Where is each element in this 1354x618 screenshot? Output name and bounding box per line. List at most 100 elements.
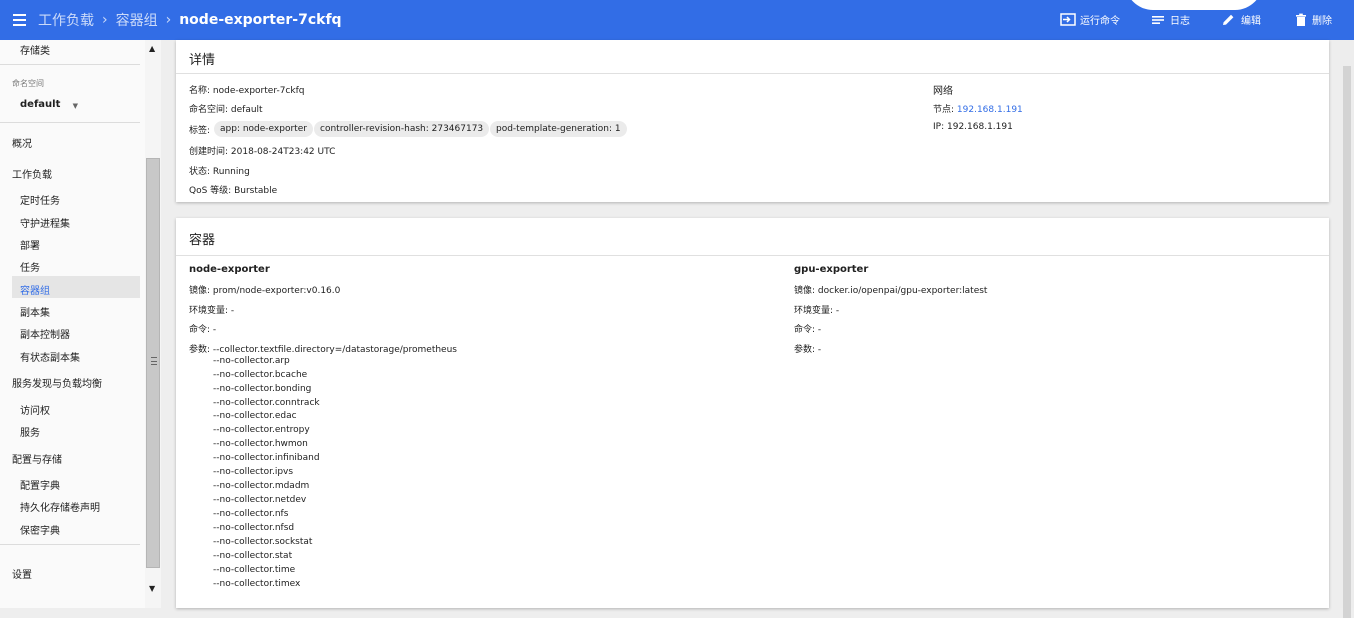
env-value: - xyxy=(835,306,840,316)
scroll-down-arrow-icon[interactable]: ▼ xyxy=(149,584,155,593)
arg-line: --collector.textfile.directory=/datastor… xyxy=(212,345,457,355)
name-label: 名称: xyxy=(189,86,211,96)
sidebar-item-workloads[interactable]: 工作负载 xyxy=(12,166,52,181)
sidebar-item-pvcs[interactable]: 持久化存储卷声明 xyxy=(20,499,100,514)
sidebar-item-configmaps[interactable]: 配置字典 xyxy=(20,477,60,492)
qos-row: QoS 等级: Burstable xyxy=(189,183,277,196)
command-label: 命令: xyxy=(794,325,816,335)
container-name: node-exporter xyxy=(189,264,270,275)
image-value: prom/node-exporter:v0.16.0 xyxy=(212,286,341,296)
sidebar-item-secrets[interactable]: 保密字典 xyxy=(20,522,60,537)
arg-line: --no-collector.edac xyxy=(213,411,297,421)
top-app-bar: 工作负载 › 容器组 › node-exporter-7ckfq 运行命令 日志 xyxy=(0,0,1354,40)
image-label: 镜像: xyxy=(794,286,816,296)
container-name: gpu-exporter xyxy=(794,264,869,275)
command-value: - xyxy=(817,325,822,335)
delete-button[interactable]: 删除 xyxy=(1294,12,1332,27)
menu-icon[interactable] xyxy=(0,0,38,40)
env-row: 环境变量: - xyxy=(189,303,234,316)
chevron-right-icon: › xyxy=(165,12,172,28)
page-scrollbar[interactable] xyxy=(1340,40,1354,618)
sidebar-item-replication-controllers[interactable]: 副本控制器 xyxy=(20,326,70,341)
chevron-right-icon: › xyxy=(102,12,108,28)
sidebar-item-pods[interactable]: 容器组 xyxy=(20,282,50,297)
divider xyxy=(176,73,1329,74)
arg-line: --no-collector.mdadm xyxy=(213,481,310,491)
namespace-select[interactable]: default ▼ xyxy=(20,99,78,115)
arg-line: --no-collector.time xyxy=(213,565,296,575)
namespace-label: 命名空间 xyxy=(12,79,44,88)
command-value: - xyxy=(212,325,217,335)
ip-label: IP: xyxy=(933,122,945,132)
sidebar-item-replicasets[interactable]: 副本集 xyxy=(20,304,50,319)
arg-line: --no-collector.conntrack xyxy=(213,398,320,408)
arg-line: --no-collector.ipvs xyxy=(213,467,294,477)
logs-button[interactable]: 日志 xyxy=(1150,12,1190,27)
command-label: 命令: xyxy=(189,325,211,335)
status-row: 状态: Running xyxy=(189,164,250,177)
page-scrollbar-thumb[interactable] xyxy=(1343,66,1351,618)
sidebar-item-ingresses[interactable]: 访问权 xyxy=(20,402,50,417)
sidebar-item-daemonsets[interactable]: 守护进程集 xyxy=(20,215,70,230)
arg-line: --no-collector.netdev xyxy=(213,495,307,505)
sidebar-item-settings[interactable]: 设置 xyxy=(12,566,32,581)
arg-line: --no-collector.sockstat xyxy=(213,537,313,547)
namespace-label: 命名空间: xyxy=(189,105,229,115)
caret-down-icon: ▼ xyxy=(72,102,78,110)
sidebar-item-statefulsets[interactable]: 有状态副本集 xyxy=(20,349,80,364)
arg-line: --no-collector.hwmon xyxy=(213,439,308,449)
arg-line: --no-collector.bonding xyxy=(213,384,312,394)
env-label: 环境变量: xyxy=(189,306,229,316)
divider xyxy=(0,122,140,123)
image-row: 镜像: docker.io/openpai/gpu-exporter:lates… xyxy=(794,283,987,296)
sidebar-item-jobs[interactable]: 任务 xyxy=(20,259,40,274)
arg-line: --no-collector.entropy xyxy=(213,425,310,435)
edit-button[interactable]: 编辑 xyxy=(1221,12,1261,27)
env-value: - xyxy=(230,306,235,316)
qos-label: QoS 等级: xyxy=(189,186,232,196)
sidebar-item-services[interactable]: 服务 xyxy=(20,424,40,439)
divider xyxy=(0,64,140,65)
delete-label: 删除 xyxy=(1312,16,1332,27)
created-row: 创建时间: 2018-08-24T23:42 UTC xyxy=(189,144,335,157)
sidebar-item-discovery[interactable]: 服务发现与负载均衡 xyxy=(12,375,102,390)
status-value: Running xyxy=(212,167,250,177)
command-row: 命令: - xyxy=(189,322,216,335)
node-label: 节点: xyxy=(933,105,955,115)
sidebar-nav: 存储类 命名空间 default ▼ 概况 工作负载 定时任务 守护进程集 部署… xyxy=(0,40,145,608)
status-label: 状态: xyxy=(189,167,211,177)
scroll-up-arrow-icon[interactable]: ▲ xyxy=(149,44,155,53)
sidebar-item-cronjobs[interactable]: 定时任务 xyxy=(20,192,60,207)
args-label: 参数: xyxy=(189,345,211,355)
env-row: 环境变量: - xyxy=(794,303,839,316)
command-row: 命令: - xyxy=(794,322,821,335)
labels-label: 标签: xyxy=(189,126,211,136)
avatar-edge xyxy=(1125,0,1263,10)
sidebar-item-config-storage[interactable]: 配置与存储 xyxy=(12,451,62,466)
containers-card: 容器 node-exporter 镜像: prom/node-exporter:… xyxy=(176,218,1329,608)
exec-button[interactable]: 运行命令 xyxy=(1060,12,1120,27)
edit-icon xyxy=(1223,14,1234,25)
label-chip: app: node-exporter xyxy=(214,121,313,137)
breadcrumb-pods[interactable]: 容器组 xyxy=(116,10,158,30)
sidebar-scrollbar[interactable]: ▲ ▼ xyxy=(145,40,161,608)
arg-line: --no-collector.infiniband xyxy=(213,453,320,463)
logs-label: 日志 xyxy=(1170,16,1190,27)
trash-icon xyxy=(1296,13,1306,26)
sidebar-item-overview[interactable]: 概况 xyxy=(12,135,32,150)
node-link[interactable]: 192.168.1.191 xyxy=(957,105,1023,115)
sidebar-item-storage-class[interactable]: 存储类 xyxy=(20,42,50,57)
ip-value: 192.168.1.191 xyxy=(947,122,1013,132)
exec-icon xyxy=(1060,13,1076,26)
sidebar-scrollbar-thumb[interactable] xyxy=(146,158,160,568)
namespace-value: default xyxy=(230,105,263,115)
sidebar-item-deployments[interactable]: 部署 xyxy=(20,237,40,252)
image-value: docker.io/openpai/gpu-exporter:latest xyxy=(817,286,988,296)
args-row: 参数: - xyxy=(794,342,821,355)
breadcrumb-workloads[interactable]: 工作负载 xyxy=(38,10,94,30)
arg-line: --no-collector.stat xyxy=(213,551,293,561)
arg-line: --no-collector.nfs xyxy=(213,509,289,519)
arg-line: --no-collector.nfsd xyxy=(213,523,295,533)
created-label: 创建时间: xyxy=(189,147,229,157)
args-row: 参数: --collector.textfile.directory=/data… xyxy=(189,342,457,355)
